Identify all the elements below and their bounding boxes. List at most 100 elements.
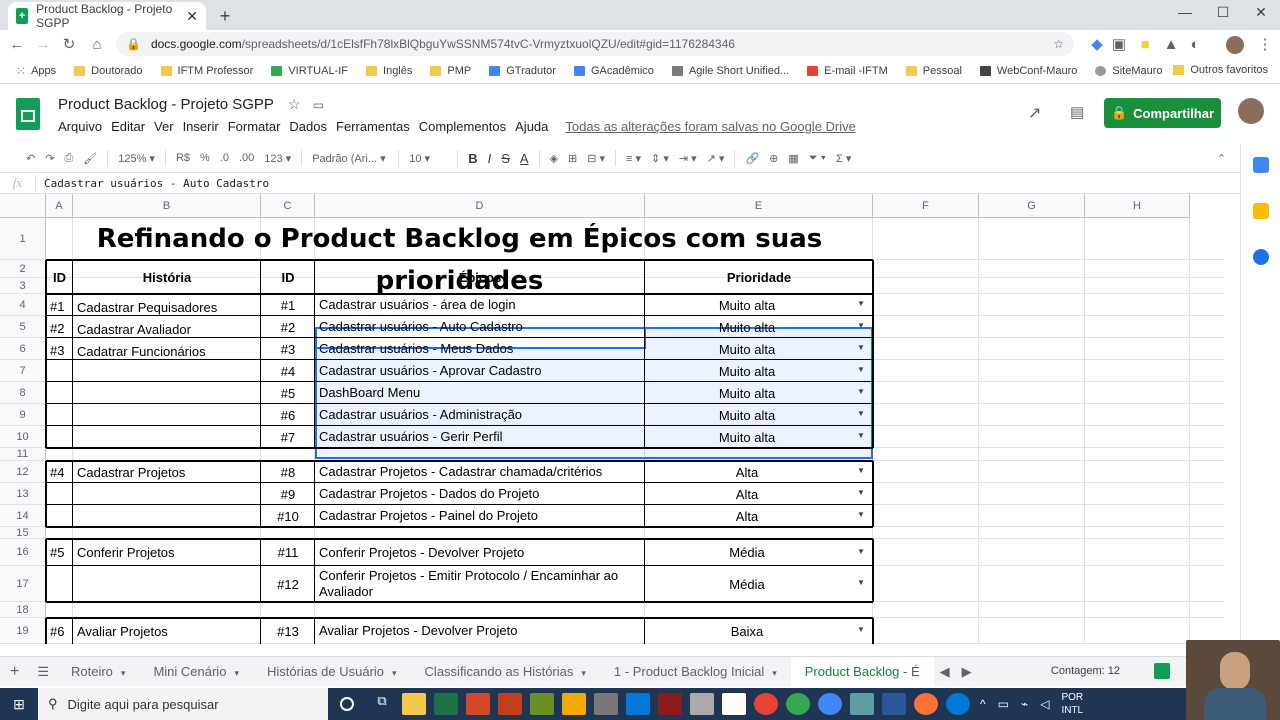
epico-name[interactable]: Cadastrar usuários - Gerir Perfil bbox=[315, 426, 645, 448]
prioridade-dropdown[interactable]: Muito alta bbox=[645, 404, 873, 426]
reload-icon[interactable]: ↻ bbox=[58, 34, 80, 56]
insert-chart-icon[interactable]: ▦ bbox=[788, 152, 798, 165]
row-header[interactable]: 1 bbox=[0, 218, 46, 260]
column-header[interactable]: G bbox=[979, 194, 1085, 218]
row-header[interactable]: 11 bbox=[0, 448, 46, 461]
row-header[interactable]: 12 bbox=[0, 461, 46, 483]
chevron-down-icon[interactable]: ▼ bbox=[857, 547, 865, 556]
browser-tab[interactable]: + Product Backlog - Projeto SGPP ✕ bbox=[8, 2, 206, 30]
chevron-down-icon[interactable]: ▼ bbox=[857, 409, 865, 418]
historia-name[interactable]: Conferir Projetos bbox=[73, 539, 261, 566]
select-all-corner[interactable] bbox=[0, 194, 46, 218]
formula-input[interactable]: Cadastrar usuários - Auto Cadastro bbox=[44, 177, 269, 190]
prioridade-dropdown[interactable]: Muito alta bbox=[645, 294, 873, 316]
row-header[interactable]: 2 bbox=[0, 260, 46, 278]
home-icon[interactable]: ⌂ bbox=[86, 34, 108, 56]
header-prioridade[interactable]: Prioridade bbox=[645, 260, 873, 294]
epico-name[interactable]: Cadastrar Projetos - Cadastrar chamada/c… bbox=[315, 461, 645, 483]
all-sheets-icon[interactable]: ☰ bbox=[29, 657, 57, 687]
comments-icon[interactable]: ▤ bbox=[1070, 103, 1084, 121]
sheet-tab[interactable]: Mini Cenário ▾ bbox=[139, 657, 253, 687]
chevron-down-icon[interactable]: ▼ bbox=[857, 625, 865, 634]
close-window-icon[interactable]: ✕ bbox=[1246, 4, 1276, 24]
header-historia[interactable]: História bbox=[73, 260, 261, 294]
keep-icon[interactable] bbox=[1253, 203, 1269, 219]
app-icon-4[interactable] bbox=[658, 693, 682, 715]
prioridade-dropdown[interactable]: Alta bbox=[645, 461, 873, 483]
historia-name[interactable]: Cadastrar Avaliador bbox=[73, 316, 261, 338]
sheet-tab[interactable]: 1 - Product Backlog Inicial ▾ bbox=[600, 657, 791, 687]
account-avatar[interactable] bbox=[1238, 98, 1264, 124]
app-icon-3[interactable] bbox=[626, 693, 650, 715]
address-bar[interactable]: 🔒 docs.google.com/spreadsheets/d/1cElsfF… bbox=[116, 32, 1074, 56]
row-header[interactable]: 6 bbox=[0, 338, 46, 360]
sheet-tab-active[interactable]: Product Backlog - É bbox=[790, 656, 934, 687]
help-icon[interactable] bbox=[946, 693, 970, 715]
text-wrap-icon[interactable]: ⇥ ▾ bbox=[679, 152, 697, 165]
historia-id[interactable]: #3 bbox=[46, 338, 73, 360]
filter-icon[interactable]: ⏷ ▾ bbox=[809, 152, 826, 165]
bookmark-item[interactable]: SiteMauro bbox=[1095, 65, 1163, 77]
other-bookmarks[interactable]: Outros favoritos bbox=[1173, 64, 1268, 76]
close-tab-icon[interactable]: ✕ bbox=[186, 8, 198, 25]
redo-icon[interactable]: ↷ bbox=[45, 152, 54, 165]
menu-inserir[interactable]: Inserir bbox=[183, 119, 219, 134]
bookmark-item[interactable]: Inglês bbox=[366, 65, 412, 77]
save-status[interactable]: Todas as alterações foram salvas no Goog… bbox=[565, 119, 855, 134]
app-icon-2[interactable] bbox=[562, 693, 586, 715]
network-icon[interactable]: ⌁ bbox=[1021, 697, 1028, 711]
merge-cells-icon[interactable]: ⊟ ▾ bbox=[587, 152, 605, 165]
firefox-icon[interactable] bbox=[914, 693, 938, 715]
zoom-select[interactable]: 125% ▾ bbox=[118, 152, 155, 165]
sheet-tab[interactable]: Classificando as Histórias ▾ bbox=[411, 657, 600, 687]
file-explorer-icon[interactable] bbox=[402, 693, 426, 715]
collapse-toolbar-icon[interactable]: ⌃ bbox=[1217, 152, 1226, 165]
battery-icon[interactable]: ▭ bbox=[998, 697, 1009, 711]
powerpoint-icon[interactable] bbox=[466, 693, 490, 715]
explore-icon[interactable] bbox=[1154, 663, 1170, 679]
epico-id[interactable]: #5 bbox=[261, 382, 315, 404]
scroll-tabs-left-icon[interactable]: ◀ bbox=[934, 657, 956, 687]
column-header[interactable]: D bbox=[315, 194, 645, 218]
menu-ferramentas[interactable]: Ferramentas bbox=[336, 119, 410, 134]
bookmark-item[interactable]: GAcadêmico bbox=[573, 65, 654, 77]
epico-name[interactable]: Cadastrar usuários - Administração bbox=[315, 404, 645, 426]
prioridade-dropdown[interactable]: Alta bbox=[645, 483, 873, 505]
epico-name[interactable]: Cadastrar usuários - Auto Cadastro bbox=[315, 316, 645, 338]
percent-format-button[interactable]: % bbox=[200, 152, 210, 164]
menu-arquivo[interactable]: Arquivo bbox=[58, 119, 102, 134]
prioridade-dropdown[interactable]: Muito alta bbox=[645, 382, 873, 404]
column-header[interactable]: C bbox=[261, 194, 315, 218]
chevron-down-icon[interactable]: ▼ bbox=[857, 578, 865, 587]
vertical-align-icon[interactable]: ⇕ ▾ bbox=[651, 152, 669, 165]
row-header[interactable]: 8 bbox=[0, 382, 46, 404]
bookmark-item[interactable]: VIRTUAL-IF bbox=[271, 65, 348, 77]
paint-format-icon[interactable]: 🖌 bbox=[83, 152, 97, 165]
share-button[interactable]: 🔒 Compartilhar bbox=[1104, 98, 1221, 128]
row-header[interactable]: 14 bbox=[0, 505, 46, 527]
epico-name[interactable]: Conferir Projetos - Emitir Protocolo / E… bbox=[315, 566, 645, 602]
extension-icon[interactable]: ◆ bbox=[1086, 34, 1108, 56]
menu-ajuda[interactable]: Ajuda bbox=[515, 119, 548, 134]
menu-editar[interactable]: Editar bbox=[111, 119, 145, 134]
decrease-decimal-button[interactable]: .0 bbox=[220, 152, 229, 164]
prioridade-dropdown[interactable]: Baixa bbox=[645, 618, 873, 644]
header-id-epico[interactable]: ID bbox=[261, 260, 315, 294]
row-header[interactable]: 10 bbox=[0, 426, 46, 448]
more-formats-button[interactable]: 123 ▾ bbox=[264, 152, 291, 165]
column-header[interactable]: B bbox=[73, 194, 261, 218]
chevron-down-icon[interactable]: ▼ bbox=[857, 365, 865, 374]
row-header[interactable]: 15 bbox=[0, 527, 46, 539]
activity-trend-icon[interactable]: ↗ bbox=[1028, 103, 1041, 123]
functions-icon[interactable]: Σ ▾ bbox=[836, 152, 851, 165]
bold-icon[interactable]: B bbox=[468, 151, 477, 166]
italic-icon[interactable]: I bbox=[488, 151, 492, 166]
prioridade-dropdown[interactable]: Muito alta bbox=[645, 360, 873, 382]
epico-id[interactable]: #7 bbox=[261, 426, 315, 448]
row-header[interactable]: 7 bbox=[0, 360, 46, 382]
add-sheet-icon[interactable]: + bbox=[0, 657, 29, 687]
count-indicator[interactable]: Contagem: 12 bbox=[1051, 665, 1120, 677]
historia-name[interactable]: Cadastrar Projetos bbox=[73, 461, 261, 483]
prioridade-dropdown[interactable]: Muito alta bbox=[645, 426, 873, 448]
prioridade-dropdown[interactable]: Muito alta bbox=[645, 338, 873, 360]
